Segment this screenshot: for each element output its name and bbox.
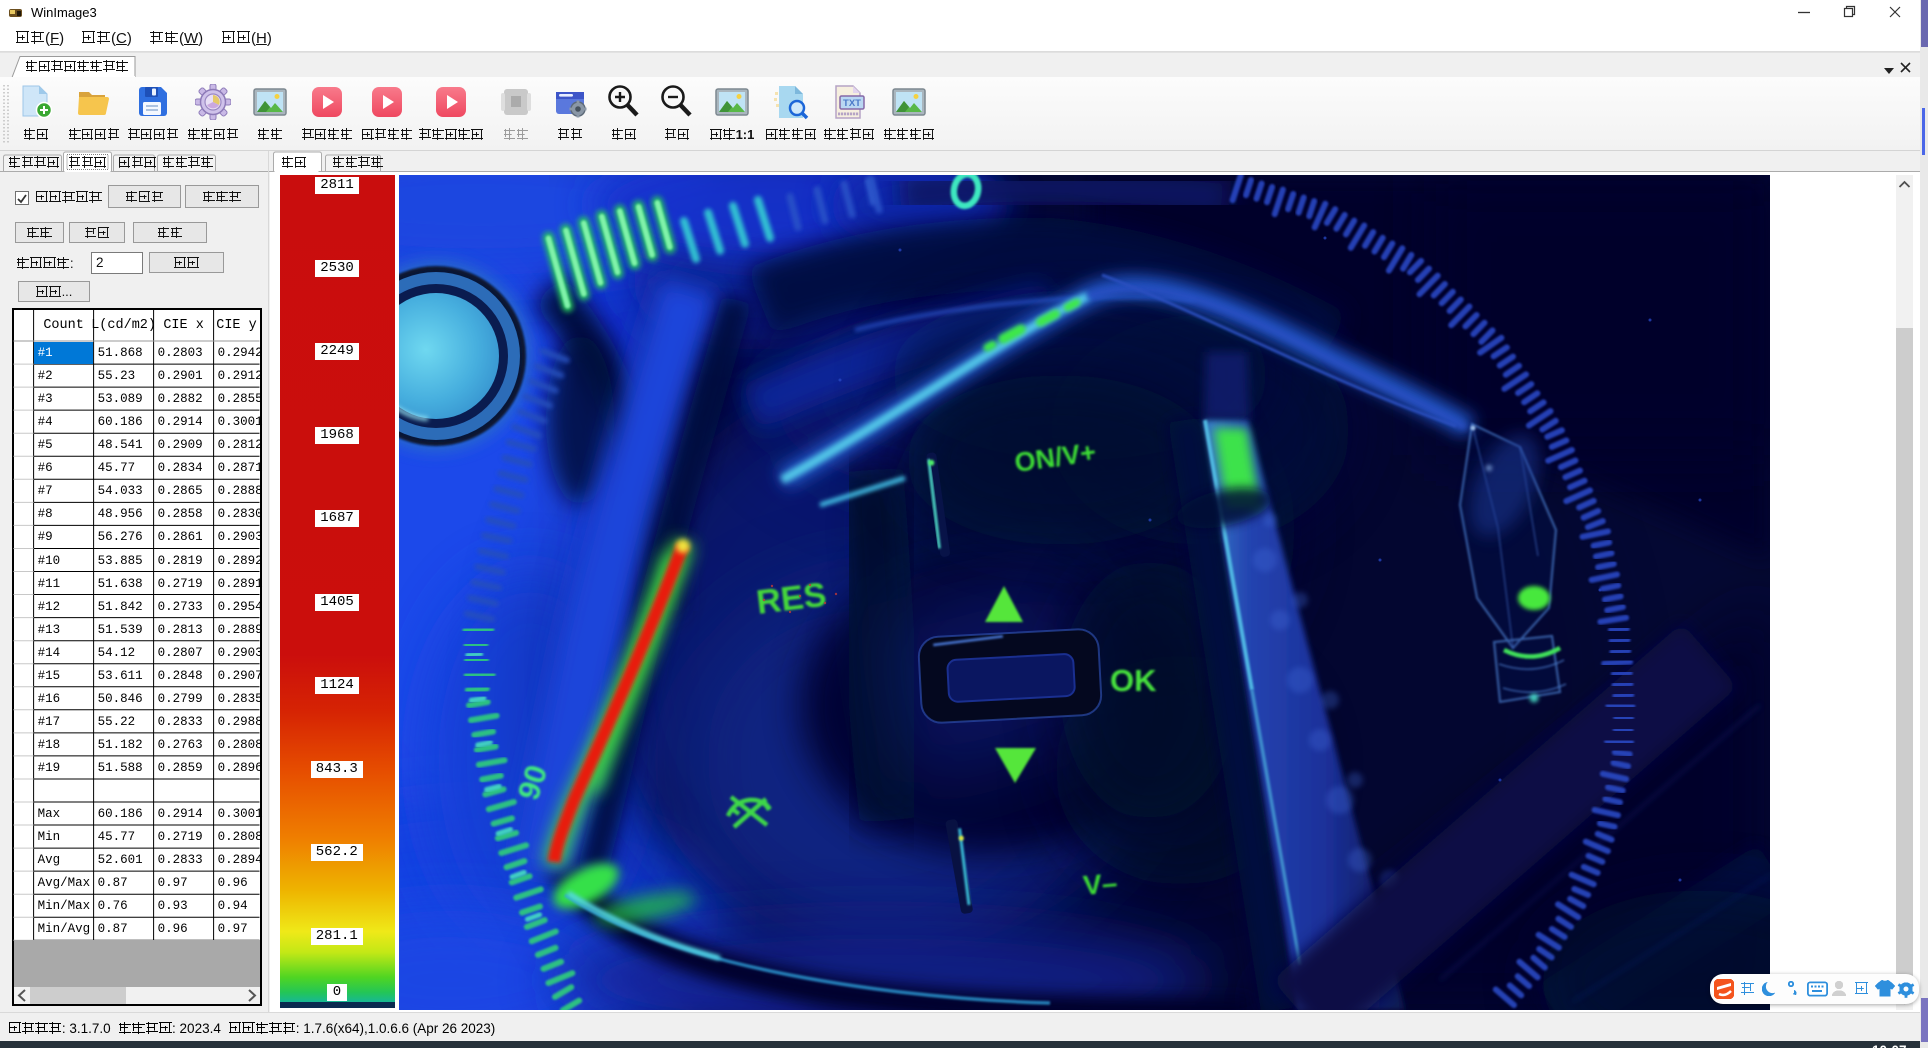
svg-text:V–: V– bbox=[1082, 867, 1119, 901]
svg-text:TXT: TXT bbox=[843, 98, 861, 109]
svg-text:OK: OK bbox=[1110, 663, 1157, 698]
